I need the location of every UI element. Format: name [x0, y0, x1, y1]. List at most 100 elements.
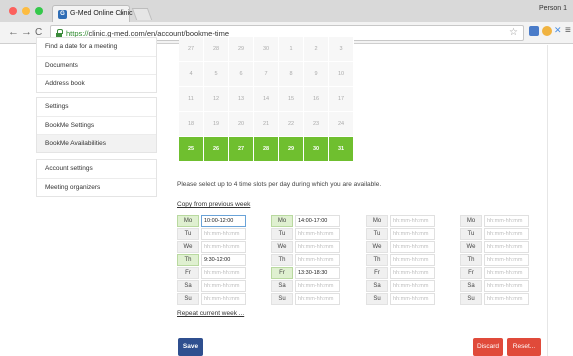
time-slot-input[interactable]: [390, 215, 435, 227]
day-toggle[interactable]: We: [271, 241, 293, 253]
time-slot-input[interactable]: [484, 215, 529, 227]
calendar-day[interactable]: 14: [254, 87, 279, 112]
day-toggle[interactable]: Tu: [366, 228, 388, 240]
time-slot-input[interactable]: [484, 267, 529, 279]
time-slot-input[interactable]: [390, 241, 435, 253]
day-toggle[interactable]: Sa: [460, 280, 482, 292]
time-slot-input[interactable]: [484, 280, 529, 292]
browser-menu-icon[interactable]: ≡: [565, 25, 571, 36]
copy-previous-week-link[interactable]: Copy from previous week: [177, 201, 250, 208]
time-slot-input[interactable]: [390, 293, 435, 305]
sidebar-item-settings[interactable]: Settings: [37, 98, 156, 116]
time-slot-input[interactable]: [295, 228, 340, 240]
tab-close-icon[interactable]: ×: [119, 9, 124, 18]
day-toggle[interactable]: Su: [366, 293, 388, 305]
time-slot-input[interactable]: [201, 267, 246, 279]
minimize-window-icon[interactable]: [22, 7, 30, 15]
extension-icon[interactable]: ✕: [554, 25, 564, 35]
calendar-day[interactable]: 17: [329, 87, 354, 112]
day-toggle[interactable]: Mo: [366, 215, 388, 227]
profile-name[interactable]: Person 1: [539, 5, 567, 12]
day-toggle[interactable]: Mo: [460, 215, 482, 227]
calendar-day[interactable]: 29: [229, 37, 254, 62]
calendar-day[interactable]: 27: [179, 37, 204, 62]
day-toggle[interactable]: Tu: [460, 228, 482, 240]
time-slot-input[interactable]: [201, 241, 246, 253]
calendar-day[interactable]: 2: [304, 37, 329, 62]
new-tab-button[interactable]: [131, 8, 153, 20]
calendar-day[interactable]: 20: [229, 112, 254, 137]
time-slot-input[interactable]: [390, 267, 435, 279]
sidebar-item-bookme-settings[interactable]: BookMe Settings: [37, 116, 156, 134]
calendar-day[interactable]: 19: [204, 112, 229, 137]
day-toggle[interactable]: Th: [177, 254, 199, 266]
calendar-day[interactable]: 29: [279, 137, 304, 162]
day-toggle[interactable]: Su: [177, 293, 199, 305]
repeat-week-link[interactable]: Repeat current week ...: [177, 310, 244, 317]
bookmark-star-icon[interactable]: ☆: [509, 27, 518, 38]
calendar-day[interactable]: 11: [179, 87, 204, 112]
calendar-day[interactable]: 31: [329, 137, 354, 162]
calendar-day[interactable]: 18: [179, 112, 204, 137]
day-toggle[interactable]: Sa: [366, 280, 388, 292]
calendar-day[interactable]: 27: [229, 137, 254, 162]
extension-icon[interactable]: [542, 26, 552, 36]
sidebar-item-find-date[interactable]: Find a date for a meeting: [37, 38, 156, 56]
calendar-day[interactable]: 7: [254, 62, 279, 87]
time-slot-input[interactable]: [295, 241, 340, 253]
day-toggle[interactable]: Sa: [177, 280, 199, 292]
calendar-day[interactable]: 13: [229, 87, 254, 112]
close-window-icon[interactable]: [9, 7, 17, 15]
calendar-day[interactable]: 23: [304, 112, 329, 137]
calendar-day[interactable]: 1: [279, 37, 304, 62]
calendar-day[interactable]: 30: [304, 137, 329, 162]
time-slot-input[interactable]: [484, 254, 529, 266]
day-toggle[interactable]: Fr: [366, 267, 388, 279]
day-toggle[interactable]: Th: [460, 254, 482, 266]
calendar-day[interactable]: 15: [279, 87, 304, 112]
calendar-day[interactable]: 30: [254, 37, 279, 62]
time-slot-input[interactable]: [390, 254, 435, 266]
calendar-day[interactable]: 25: [179, 137, 204, 162]
back-arrow-icon[interactable]: ←: [8, 26, 19, 38]
time-slot-input[interactable]: [295, 280, 340, 292]
calendar-day[interactable]: 28: [204, 37, 229, 62]
time-slot-input[interactable]: [484, 293, 529, 305]
time-slot-input[interactable]: [295, 254, 340, 266]
day-toggle[interactable]: Tu: [177, 228, 199, 240]
sidebar-item-meeting-organizers[interactable]: Meeting organizers: [37, 178, 156, 196]
day-toggle[interactable]: Th: [271, 254, 293, 266]
sidebar-item-address-book[interactable]: Address book: [37, 74, 156, 92]
day-toggle[interactable]: Su: [271, 293, 293, 305]
sidebar-item-account-settings[interactable]: Account settings: [37, 160, 156, 178]
reset-button[interactable]: Reset...: [507, 338, 541, 356]
day-toggle[interactable]: Fr: [177, 267, 199, 279]
time-slot-input[interactable]: [295, 267, 340, 279]
calendar-day[interactable]: 28: [254, 137, 279, 162]
day-toggle[interactable]: We: [460, 241, 482, 253]
calendar-day[interactable]: 16: [304, 87, 329, 112]
forward-arrow-icon[interactable]: →: [21, 26, 32, 38]
time-slot-input[interactable]: [201, 293, 246, 305]
calendar-day[interactable]: 22: [279, 112, 304, 137]
calendar-day[interactable]: 24: [329, 112, 354, 137]
day-toggle[interactable]: Su: [460, 293, 482, 305]
time-slot-input[interactable]: [201, 280, 246, 292]
time-slot-input[interactable]: [201, 254, 246, 266]
calendar-day[interactable]: 5: [204, 62, 229, 87]
calendar-day[interactable]: 8: [279, 62, 304, 87]
day-toggle[interactable]: We: [177, 241, 199, 253]
time-slot-input[interactable]: [201, 228, 246, 240]
time-slot-input[interactable]: [201, 215, 246, 227]
day-toggle[interactable]: Th: [366, 254, 388, 266]
calendar-day[interactable]: 26: [204, 137, 229, 162]
calendar-day[interactable]: 4: [179, 62, 204, 87]
day-toggle[interactable]: Fr: [271, 267, 293, 279]
calendar-day[interactable]: 6: [229, 62, 254, 87]
day-toggle[interactable]: Sa: [271, 280, 293, 292]
discard-button[interactable]: Discard: [473, 338, 503, 356]
browser-tab[interactable]: G G-Med Online Clinic ×: [52, 5, 133, 22]
calendar-day[interactable]: 3: [329, 37, 354, 62]
sidebar-item-bookme-availabilities[interactable]: BookMe Availabilities: [37, 134, 156, 152]
calendar-day[interactable]: 9: [304, 62, 329, 87]
